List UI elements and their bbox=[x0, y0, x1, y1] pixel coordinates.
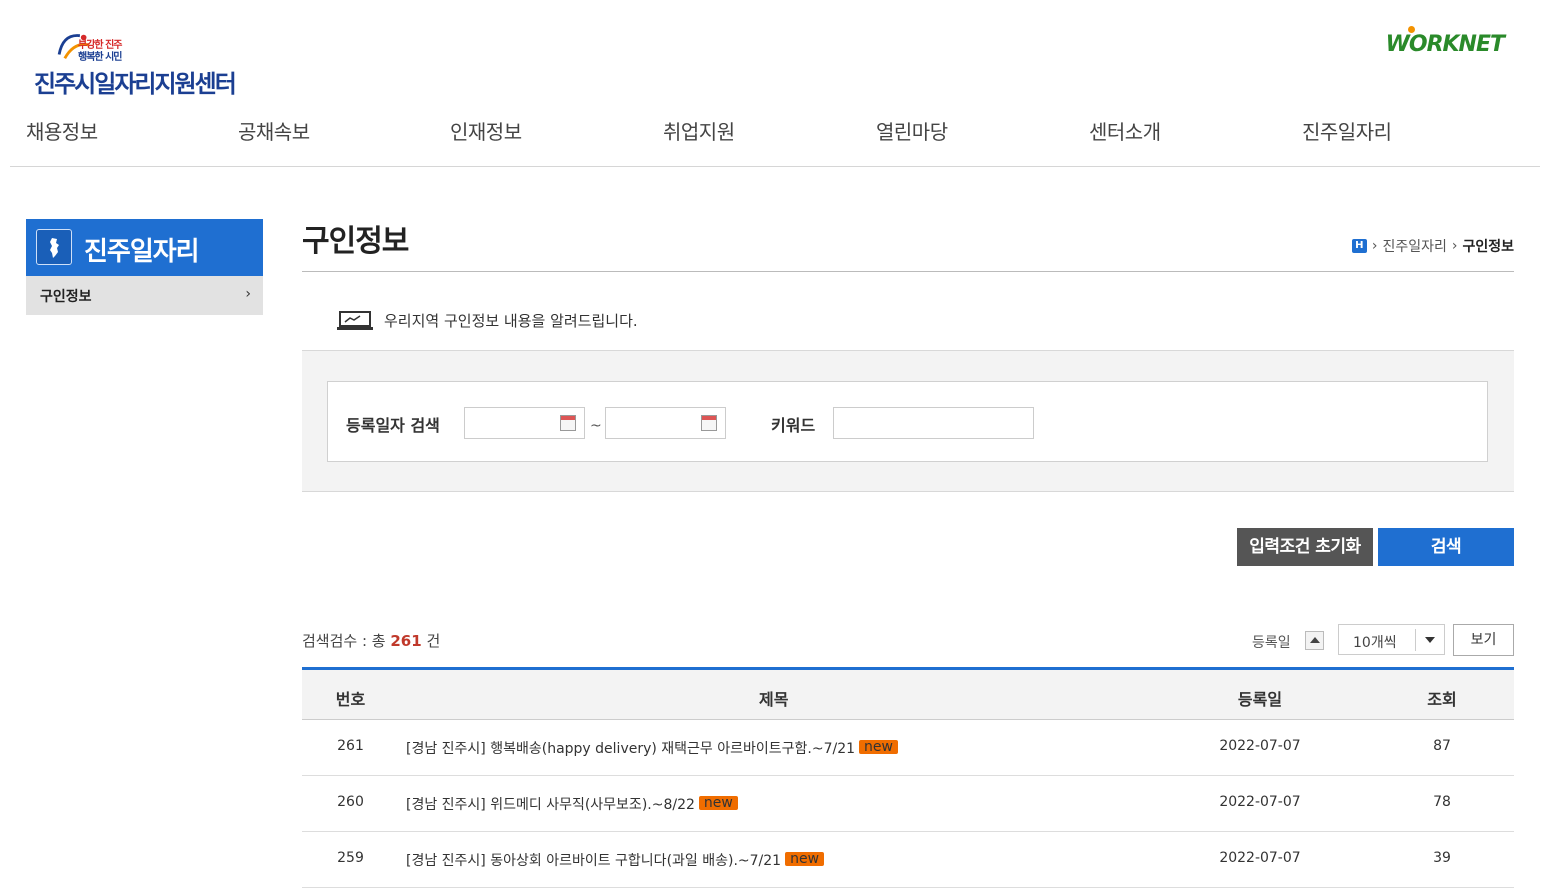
new-badge: new bbox=[698, 796, 738, 810]
search-form: 등록일자 검색 ~ 키워드 bbox=[327, 381, 1488, 462]
per-page-select[interactable]: 10개씩 bbox=[1338, 624, 1445, 655]
worknet-logo-text: WORKNET bbox=[1385, 32, 1505, 57]
breadcrumb: H › 진주일자리 › 구인정보 bbox=[1351, 236, 1514, 256]
row-title-cell: [경남 진주시] 위드메디 사무직(사무보조).~8/22 new bbox=[406, 794, 738, 814]
breadcrumb-item[interactable]: 진주일자리 bbox=[1382, 236, 1446, 256]
korea-map-icon bbox=[36, 229, 72, 265]
search-button[interactable]: 검색 bbox=[1378, 528, 1514, 566]
notice-text: 우리지역 구인정보 내용을 알려드립니다. bbox=[384, 312, 638, 330]
sidebar-title: 진주일자리 bbox=[26, 219, 263, 276]
row-views: 78 bbox=[1433, 794, 1451, 810]
result-count: 검색검수 : 총 261 건 bbox=[302, 630, 440, 651]
result-count-prefix: 검색검수 : 총 bbox=[302, 632, 386, 650]
new-badge: new bbox=[785, 852, 825, 866]
new-badge: new bbox=[859, 740, 898, 754]
row-date: 2022-07-07 bbox=[1219, 850, 1301, 866]
chevron-down-icon bbox=[1425, 637, 1435, 643]
end-date-input[interactable] bbox=[605, 407, 726, 439]
center-name: 진주시일자리지원센터 bbox=[34, 70, 237, 98]
slogan-line2: 행복한 시민 bbox=[78, 52, 122, 63]
result-count-number: 261 bbox=[390, 632, 422, 650]
calendar-icon[interactable] bbox=[560, 415, 576, 431]
gnb-item-job-support[interactable]: 취업지원 bbox=[663, 116, 735, 145]
header-no: 번호 bbox=[335, 690, 366, 709]
row-title-cell: [경남 진주시] 동아상회 아르바이트 구합니다(과일 배송).~7/21 new bbox=[406, 850, 825, 870]
date-range-separator: ~ bbox=[590, 418, 602, 434]
date-search-label: 등록일자 검색 bbox=[346, 416, 440, 435]
calendar-icon[interactable] bbox=[701, 415, 717, 431]
sidebar-item-job-offers[interactable]: 구인정보 › bbox=[26, 276, 263, 315]
main-navigation: 채용정보 공채속보 인재정보 취업지원 열린마당 센터소개 진주일자리 bbox=[0, 112, 1550, 152]
header-title: 제목 bbox=[759, 690, 789, 709]
breadcrumb-separator-icon: › bbox=[1451, 238, 1458, 254]
header-views: 조회 bbox=[1427, 690, 1457, 709]
home-icon[interactable]: H bbox=[1351, 239, 1367, 253]
header-divider bbox=[10, 166, 1540, 167]
view-button[interactable]: 보기 bbox=[1453, 624, 1514, 656]
worknet-dot-icon bbox=[1407, 26, 1415, 33]
row-title-link[interactable]: [경남 진주시] 위드메디 사무직(사무보조).~8/22 bbox=[406, 797, 695, 813]
row-date: 2022-07-07 bbox=[1219, 794, 1301, 810]
row-no: 260 bbox=[337, 794, 364, 810]
table-row: 259 [경남 진주시] 동아상회 아르바이트 구합니다(과일 배송).~7/2… bbox=[302, 832, 1514, 888]
search-panel: 등록일자 검색 ~ 키워드 bbox=[302, 350, 1514, 492]
reset-button[interactable]: 입력조건 초기화 bbox=[1237, 528, 1373, 566]
row-date: 2022-07-07 bbox=[1219, 738, 1301, 754]
sort-label: 등록일 bbox=[1252, 635, 1291, 651]
gnb-item-recruit[interactable]: 채용정보 bbox=[26, 116, 98, 145]
row-views: 39 bbox=[1433, 850, 1451, 866]
keyword-label: 키워드 bbox=[771, 416, 816, 435]
gnb-item-center-intro[interactable]: 센터소개 bbox=[1089, 116, 1161, 145]
row-no: 261 bbox=[337, 738, 364, 754]
chevron-right-icon: › bbox=[245, 286, 251, 302]
table-row: 260 [경남 진주시] 위드메디 사무직(사무보조).~8/22 new 202… bbox=[302, 776, 1514, 832]
monitor-icon bbox=[337, 310, 373, 330]
table-row: 261 [경남 진주시] 행복배송(happy delivery) 재택근무 아… bbox=[302, 720, 1514, 776]
row-views: 87 bbox=[1433, 738, 1451, 754]
per-page-value: 10개씩 bbox=[1353, 635, 1397, 651]
gnb-item-talent[interactable]: 인재정보 bbox=[450, 116, 522, 145]
sidebar-title-label: 진주일자리 bbox=[84, 237, 200, 267]
row-title-link[interactable]: [경남 진주시] 동아상회 아르바이트 구합니다(과일 배송).~7/21 bbox=[406, 853, 781, 869]
breadcrumb-separator-icon: › bbox=[1371, 238, 1378, 254]
job-offer-table: 번호 제목 등록일 조회 261 [경남 진주시] 행복배송(happy del… bbox=[302, 667, 1514, 888]
gnb-item-open-forum[interactable]: 열린마당 bbox=[876, 116, 948, 145]
row-title-cell: [경남 진주시] 행복배송(happy delivery) 재택근무 아르바이트… bbox=[406, 738, 898, 758]
row-no: 259 bbox=[337, 850, 364, 866]
gnb-item-public-recruit[interactable]: 공채속보 bbox=[238, 116, 310, 145]
keyword-input[interactable] bbox=[833, 407, 1034, 439]
start-date-input[interactable] bbox=[464, 407, 585, 439]
breadcrumb-current: 구인정보 bbox=[1462, 239, 1514, 255]
sort-up-icon[interactable] bbox=[1305, 631, 1324, 650]
gnb-item-jinju-jobs[interactable]: 진주일자리 bbox=[1302, 116, 1392, 145]
title-divider bbox=[302, 271, 1514, 272]
header-date: 등록일 bbox=[1237, 690, 1283, 709]
select-divider bbox=[1415, 629, 1416, 651]
page-title: 구인정보 bbox=[302, 224, 409, 259]
worknet-logo[interactable]: WORKNET bbox=[1385, 26, 1505, 57]
sidebar-item-label: 구인정보 bbox=[40, 289, 92, 305]
notice: 우리지역 구인정보 내용을 알려드립니다. bbox=[336, 310, 638, 331]
site-logo[interactable]: 부강한 진주 행복한 시민 진주시일자리지원센터 bbox=[28, 28, 278, 98]
row-title-link[interactable]: [경남 진주시] 행복배송(happy delivery) 재택근무 아르바이트… bbox=[406, 741, 855, 757]
table-header: 번호 제목 등록일 조회 bbox=[302, 667, 1514, 720]
result-count-suffix: 건 bbox=[426, 632, 441, 650]
